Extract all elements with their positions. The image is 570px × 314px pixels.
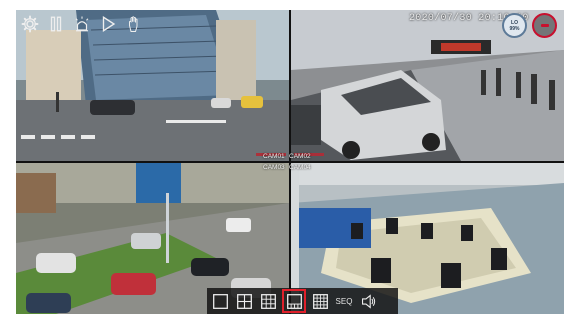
ptz-control-button[interactable]: [123, 13, 145, 35]
layout-toolbar: SEQ: [207, 288, 398, 314]
record-icon: [540, 24, 549, 27]
speaker-icon: [361, 293, 375, 309]
cam01-label: CAM01: [263, 153, 285, 160]
cam02-label: CAM02: [289, 153, 311, 160]
sixteen-view-button[interactable]: [310, 291, 330, 311]
record-status-indicator[interactable]: [532, 13, 557, 38]
camera-grid: CAM01 CAM02 CAM03 CAM04 2020/07/30 20:10…: [16, 10, 564, 314]
disk-status-line2: 99%: [509, 25, 520, 32]
top-toolbar: [16, 10, 151, 38]
custom-view-icon: [286, 293, 302, 309]
nine-view-icon: [260, 293, 276, 309]
pause-button[interactable]: [45, 13, 67, 35]
alarm-icon: [75, 16, 89, 32]
single-view-button[interactable]: [210, 291, 230, 311]
disk-status-indicator[interactable]: LO 99%: [502, 13, 527, 38]
playback-button[interactable]: [97, 13, 119, 35]
quad-view-icon: [236, 293, 252, 309]
gear-icon: [21, 15, 39, 33]
play-icon: [102, 16, 116, 32]
cam04-label: CAM04: [289, 164, 311, 171]
custom-view-button[interactable]: [282, 289, 306, 313]
hand-icon: [129, 16, 138, 32]
alarm-button[interactable]: [71, 13, 93, 35]
nine-view-button[interactable]: [258, 291, 278, 311]
cam03-label: CAM03: [263, 164, 285, 171]
single-view-icon: [212, 293, 228, 309]
sixteen-view-icon: [312, 293, 328, 309]
quad-view-button[interactable]: [234, 291, 254, 311]
settings-button[interactable]: [19, 13, 41, 35]
pause-icon: [50, 16, 62, 32]
sequence-button[interactable]: SEQ: [334, 291, 354, 311]
audio-button[interactable]: [358, 291, 378, 311]
